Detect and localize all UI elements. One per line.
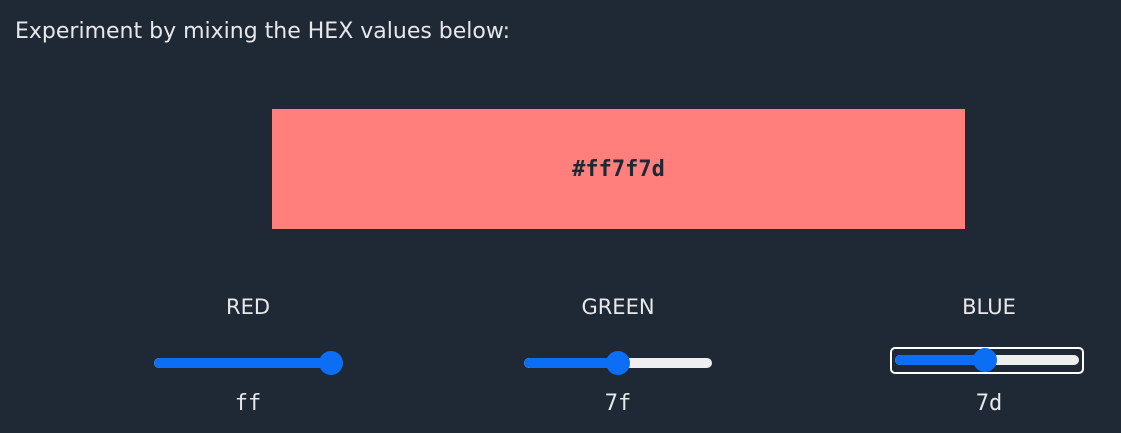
green-slider-thumb[interactable] [605, 351, 630, 375]
blue-slider-fill [895, 355, 986, 365]
blue-channel: BLUE 7d [874, 290, 1104, 420]
blue-value: 7d [975, 391, 1003, 416]
red-channel: RED ff [133, 290, 363, 420]
color-swatch: #ff7f7d [272, 109, 965, 229]
red-label: RED [225, 295, 271, 319]
red-slider-track[interactable] [154, 358, 342, 368]
red-slider[interactable] [153, 350, 343, 376]
blue-label: BLUE [962, 295, 1016, 319]
red-value: ff [234, 391, 262, 416]
green-slider-fill [524, 358, 618, 368]
green-slider[interactable] [523, 350, 713, 376]
green-value: 7f [604, 391, 632, 416]
green-channel: GREEN 7f [503, 290, 733, 420]
intro-text: Experiment by mixing the HEX values belo… [15, 19, 511, 44]
hex-code-label: #ff7f7d [572, 156, 665, 182]
green-label: GREEN [581, 295, 655, 319]
blue-slider[interactable] [890, 347, 1084, 374]
red-slider-fill [154, 358, 331, 368]
red-slider-thumb[interactable] [319, 351, 343, 375]
blue-slider-thumb[interactable] [973, 348, 998, 372]
